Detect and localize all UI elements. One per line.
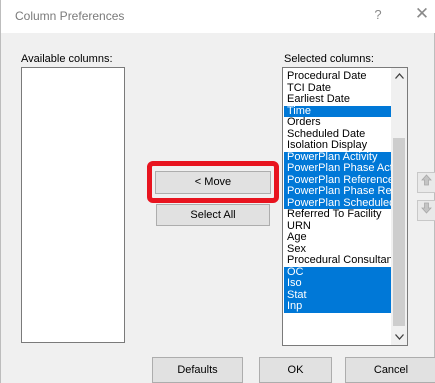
list-item[interactable]: Time: [284, 105, 391, 117]
list-item[interactable]: URN: [284, 221, 391, 233]
available-columns-list[interactable]: [21, 67, 125, 343]
help-button[interactable]: ?: [371, 7, 385, 22]
list-item[interactable]: Stat: [284, 289, 391, 301]
list-item[interactable]: Orders: [284, 117, 391, 129]
move-up-button[interactable]: [417, 172, 435, 193]
move-down-button[interactable]: [417, 200, 435, 221]
selected-columns-list[interactable]: Procedural Date TCI Date Earliest Date Time…: [282, 67, 408, 346]
move-up-icon: [421, 174, 432, 189]
close-button[interactable]: ✕: [413, 4, 431, 24]
list-item[interactable]: Age: [284, 232, 391, 244]
scroll-up-arrow-icon[interactable]: [391, 68, 407, 84]
list-item[interactable]: Inp: [284, 301, 391, 313]
list-item[interactable]: Isolation Display: [284, 140, 391, 152]
list-item[interactable]: Scheduled Date: [284, 129, 391, 141]
list-item[interactable]: Sex: [284, 244, 391, 256]
ok-button[interactable]: OK: [259, 357, 332, 383]
list-item[interactable]: PowerPlan Activity: [284, 151, 391, 163]
move-down-icon: [421, 202, 432, 217]
list-item[interactable]: PowerPlan Phase Refe: [284, 186, 391, 198]
selected-list-scrollbar[interactable]: [391, 68, 407, 345]
window-title: Column Preferences: [15, 9, 125, 23]
highlight-annotation: [147, 161, 279, 203]
list-item[interactable]: Referred To Facility: [284, 209, 391, 221]
select-all-button[interactable]: Select All: [156, 204, 270, 226]
available-columns-label: Available columns:: [21, 53, 113, 65]
list-item[interactable]: Procedural Date: [284, 71, 391, 83]
list-item[interactable]: TCI Date: [284, 83, 391, 95]
title-bar: Column Preferences ? ✕: [1, 0, 435, 33]
list-item[interactable]: Iso: [284, 278, 391, 290]
list-item[interactable]: PowerPlan Scheduled: [284, 197, 391, 209]
column-preferences-dialog: Column Preferences ? ✕ Available columns…: [0, 0, 435, 383]
list-item[interactable]: OC: [284, 266, 391, 278]
list-item[interactable]: Earliest Date: [284, 94, 391, 106]
scrollbar-thumb[interactable]: [393, 138, 405, 326]
list-item[interactable]: Procedural Consultant: [284, 255, 391, 267]
defaults-button[interactable]: Defaults: [152, 357, 243, 383]
list-item[interactable]: PowerPlan Phase Acti: [284, 163, 391, 175]
scroll-down-arrow-icon[interactable]: [391, 329, 407, 345]
cancel-button[interactable]: Cancel: [345, 357, 435, 383]
selected-columns-label: Selected columns:: [284, 53, 374, 65]
list-item[interactable]: PowerPlan Reference: [284, 174, 391, 186]
